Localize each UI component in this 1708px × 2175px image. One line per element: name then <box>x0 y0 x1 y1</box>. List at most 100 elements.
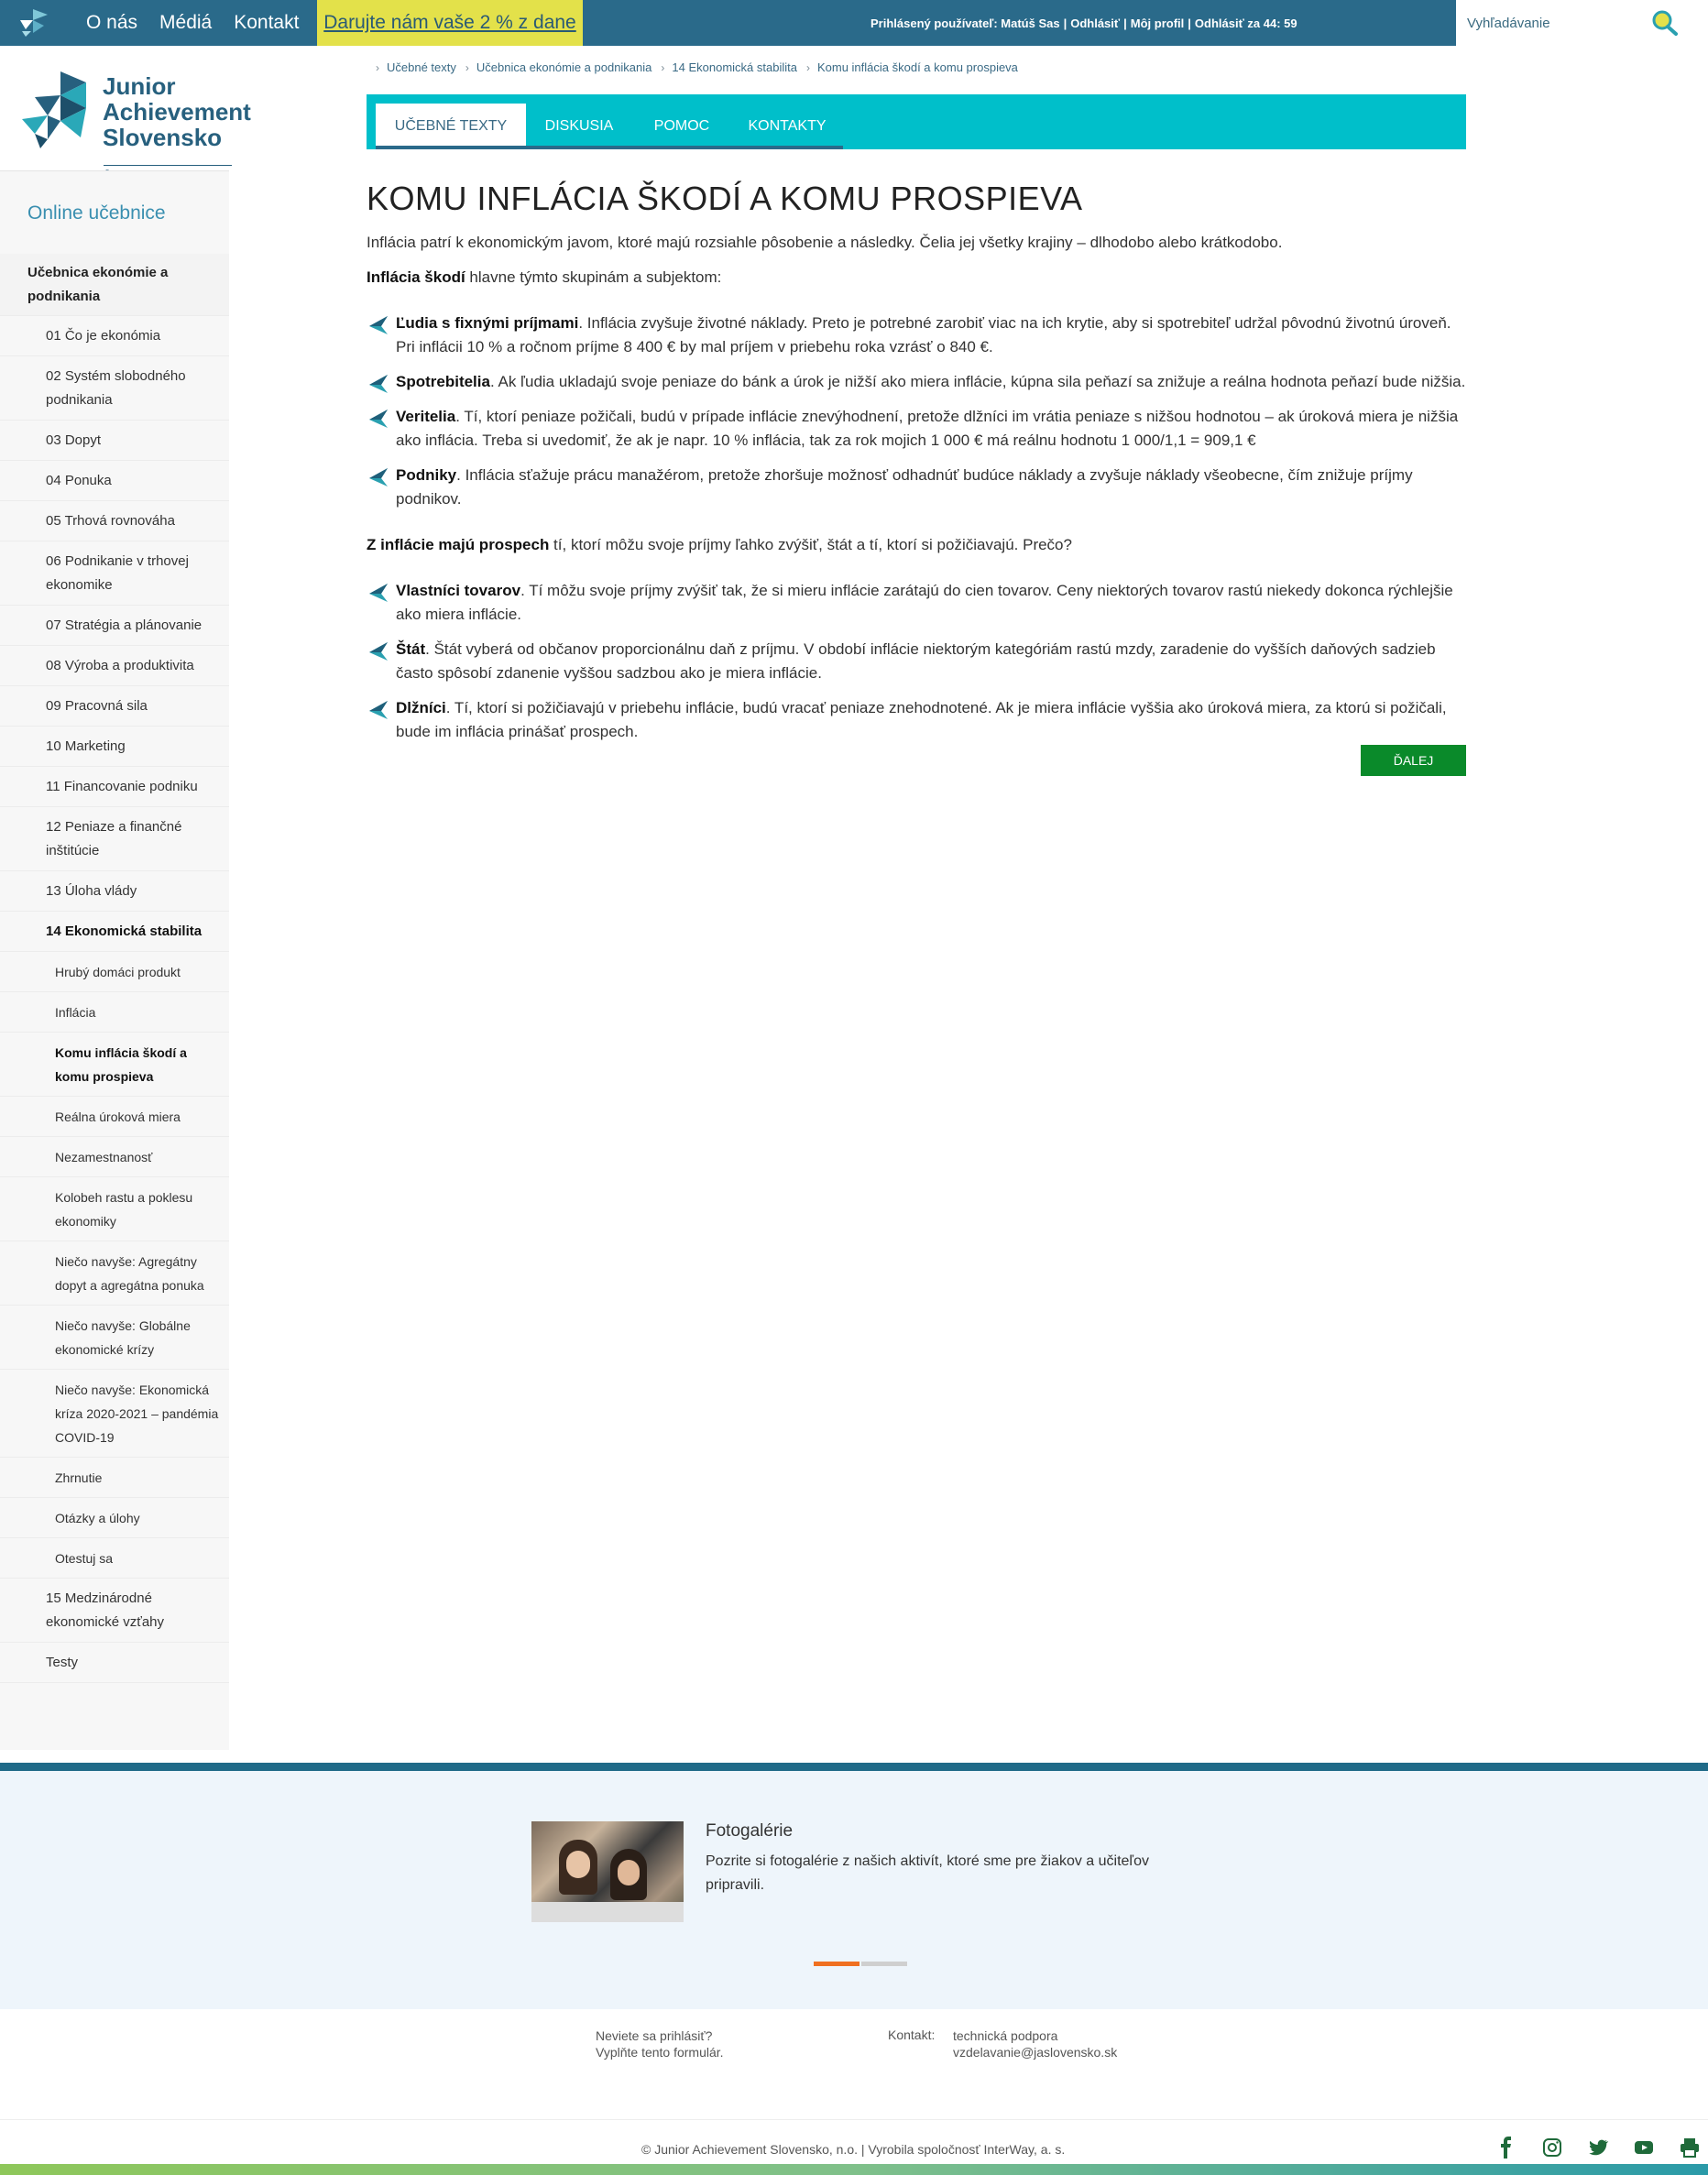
twitter-icon[interactable] <box>1587 2137 1609 2159</box>
login-form-link[interactable]: Vyplňte tento formulár. <box>596 2044 724 2060</box>
brand-line1: Junior <box>103 72 176 100</box>
bullet-title: Podniky <box>396 466 457 484</box>
sidebar-item[interactable]: Otázky a úlohy <box>0 1498 229 1538</box>
bullet-title: Vlastníci tovarov <box>396 582 521 599</box>
search-input[interactable] <box>1467 9 1641 37</box>
bullet-item: Spotrebitelia. Ak ľudia ukladajú svoje p… <box>367 370 1466 394</box>
arrow-bullet-icon <box>369 701 388 719</box>
breadcrumb-item[interactable]: Učebné texty <box>387 60 456 74</box>
sidebar-item[interactable]: Kolobeh rastu a poklesu ekonomiky <box>0 1177 229 1241</box>
nav-kontakt[interactable]: Kontakt <box>223 12 310 34</box>
brand-logo[interactable]: Junior Achievement Slovensko Člen skupin… <box>20 70 251 183</box>
sidebar: Online učebnice Učebnica ekonómie a podn… <box>0 170 229 1750</box>
facebook-icon[interactable] <box>1495 2137 1517 2159</box>
ja-logo-icon <box>22 71 86 148</box>
sidebar-item[interactable]: 06 Podnikanie v trhovej ekonomike <box>0 541 229 606</box>
sidebar-item[interactable]: Hrubý domáci produkt <box>0 952 229 992</box>
ja-logo-mini-icon[interactable] <box>16 7 49 38</box>
top-nav: O nás Médiá Kontakt <box>75 0 310 46</box>
brand-line3: Slovensko <box>103 124 223 151</box>
profile-link[interactable]: Môj profil <box>1131 16 1185 30</box>
benefit-list: Vlastníci tovarov. Tí môžu svoje príjmy … <box>367 579 1466 744</box>
sidebar-item[interactable]: Niečo navyše: Globálne ekonomické krízy <box>0 1306 229 1370</box>
sidebar-item[interactable]: 02 Systém slobodného podnikania <box>0 356 229 421</box>
sidebar-item[interactable]: 09 Pracovná sila <box>0 686 229 727</box>
next-button[interactable]: ĎALEJ <box>1361 745 1466 776</box>
tab-kontakty[interactable]: KONTAKTY <box>731 104 843 149</box>
top-bar: O nás Médiá Kontakt Darujte nám vaše 2 %… <box>0 0 1708 46</box>
sidebar-item[interactable]: Reálna úroková miera <box>0 1097 229 1137</box>
gallery-photo[interactable] <box>531 1821 684 1922</box>
email-link[interactable]: vzdelavanie@jaslovensko.sk <box>953 2044 1117 2060</box>
arrow-bullet-icon <box>369 468 388 486</box>
user-info: Prihlásený používateľ: Matúš Sas | Odhlá… <box>870 16 1297 30</box>
sidebar-item[interactable]: 11 Financovanie podniku <box>0 767 229 807</box>
chevron-right-icon: › <box>805 60 810 74</box>
sidebar-item[interactable]: 04 Ponuka <box>0 461 229 501</box>
sidebar-item[interactable]: 15 Medzinárodné ekonomické vzťahy <box>0 1579 229 1643</box>
login-question: Neviete sa prihlásiť? <box>596 2028 713 2043</box>
instagram-icon[interactable] <box>1541 2137 1563 2159</box>
sidebar-item[interactable]: 10 Marketing <box>0 727 229 767</box>
brand-name: Junior Achievement Slovensko <box>103 73 251 150</box>
sidebar-item[interactable]: 14 Ekonomická stabilita <box>0 912 229 952</box>
sidebar-item[interactable]: Učebnica ekonómie a podnikania <box>0 254 229 316</box>
arrow-bullet-icon <box>369 375 388 393</box>
print-icon[interactable] <box>1679 2137 1701 2159</box>
sidebar-item[interactable]: Testy <box>0 1643 229 1683</box>
bullet-text: . Tí, ktorí si požičiavajú v priebehu in… <box>396 699 1447 740</box>
bullet-item: Ľudia s fixnými príjmami. Inflácia zvyšu… <box>367 311 1466 359</box>
tab-ucebne-texty[interactable]: UČEBNÉ TEXTY <box>376 104 526 149</box>
copyright: © Junior Achievement Slovensko, n.o. | V… <box>641 2142 1066 2157</box>
bullet-item: Podniky. Inflácia sťažuje prácu manažéro… <box>367 464 1466 511</box>
nav-o-nas[interactable]: O nás <box>75 12 148 34</box>
gallery-text: Pozrite si fotogalérie z našich aktivít,… <box>706 1853 1149 1893</box>
sidebar-item[interactable]: 08 Výroba a produktivita <box>0 646 229 686</box>
sidebar-item[interactable]: Nezamestnanosť <box>0 1137 229 1177</box>
arrow-bullet-icon <box>369 642 388 661</box>
contact-info: technická podpora vzdelavanie@jaslovensk… <box>953 2027 1117 2060</box>
sidebar-item[interactable]: 12 Peniaze a finančné inštitúcie <box>0 807 229 871</box>
sidebar-item[interactable]: Komu inflácia škodí a komu prospieva <box>0 1033 229 1097</box>
bullet-item: Veritelia. Tí, ktorí peniaze požičali, b… <box>367 405 1466 453</box>
sidebar-item[interactable]: Niečo navyše: Agregátny dopyt a agregátn… <box>0 1241 229 1306</box>
search-icon[interactable] <box>1648 7 1681 38</box>
sidebar-item[interactable]: 13 Úloha vlády <box>0 871 229 912</box>
bullet-item: Dlžníci. Tí, ktorí si požičiavajú v prie… <box>367 696 1466 744</box>
sidebar-list: Učebnica ekonómie a podnikania 01 Čo je e… <box>0 254 229 1683</box>
bullet-title: Veritelia <box>396 408 456 425</box>
youtube-icon[interactable] <box>1633 2137 1655 2159</box>
carousel-dot[interactable] <box>861 1962 907 1966</box>
sidebar-item[interactable]: 01 Čo je ekonómia <box>0 316 229 356</box>
carousel-dot-active[interactable] <box>814 1962 859 1966</box>
harm-lead-rest: hlavne týmto skupinám a subjektom: <box>465 268 722 286</box>
bottom-gradient <box>0 2164 1708 2175</box>
tab-diskusia[interactable]: DISKUSIA <box>526 104 632 149</box>
main-content: KOMU INFLÁCIA ŠKODÍ A KOMU PROSPIEVA Inf… <box>367 180 1466 766</box>
tab-pomoc[interactable]: POMOC <box>632 104 731 149</box>
sidebar-item[interactable]: 05 Trhová rovnováha <box>0 501 229 541</box>
donate-banner[interactable]: Darujte nám vaše 2 % z dane <box>317 0 583 46</box>
sidebar-item[interactable]: 03 Dopyt <box>0 421 229 461</box>
breadcrumb: › Učebné texty › Učebnica ekonómie a pod… <box>376 60 1027 74</box>
user-label: Prihlásený používateľ: Matúš Sas <box>870 16 1060 30</box>
logout-timer[interactable]: Odhlásiť za 44: 59 <box>1195 16 1297 30</box>
bullet-title: Spotrebitelia <box>396 373 490 390</box>
logout-link[interactable]: Odhlásiť <box>1070 16 1120 30</box>
bullet-title: Štát <box>396 640 426 658</box>
arrow-bullet-icon <box>369 584 388 602</box>
search-box <box>1456 0 1708 46</box>
nav-media[interactable]: Médiá <box>148 12 223 34</box>
sidebar-item[interactable]: Zhrnutie <box>0 1458 229 1498</box>
sidebar-item[interactable]: Niečo navyše: Ekonomická kríza 2020-2021… <box>0 1370 229 1458</box>
content-tabs: UČEBNÉ TEXTY DISKUSIA POMOC KONTAKTY <box>367 94 1466 149</box>
login-help: Neviete sa prihlásiť? Vyplňte tento form… <box>596 2027 724 2060</box>
breadcrumb-item[interactable]: 14 Ekonomická stabilita <box>672 60 797 74</box>
gallery-title[interactable]: Fotogalérie <box>706 1821 793 1842</box>
sidebar-title[interactable]: Online učebnice <box>27 202 166 224</box>
sidebar-item[interactable]: Inflácia <box>0 992 229 1033</box>
sidebar-item[interactable]: Otestuj sa <box>0 1538 229 1579</box>
breadcrumb-item[interactable]: Učebnica ekonómie a podnikania <box>476 60 652 74</box>
benefit-lead-bold: Z inflácie majú prospech <box>367 536 550 553</box>
sidebar-item[interactable]: 07 Stratégia a plánovanie <box>0 606 229 646</box>
